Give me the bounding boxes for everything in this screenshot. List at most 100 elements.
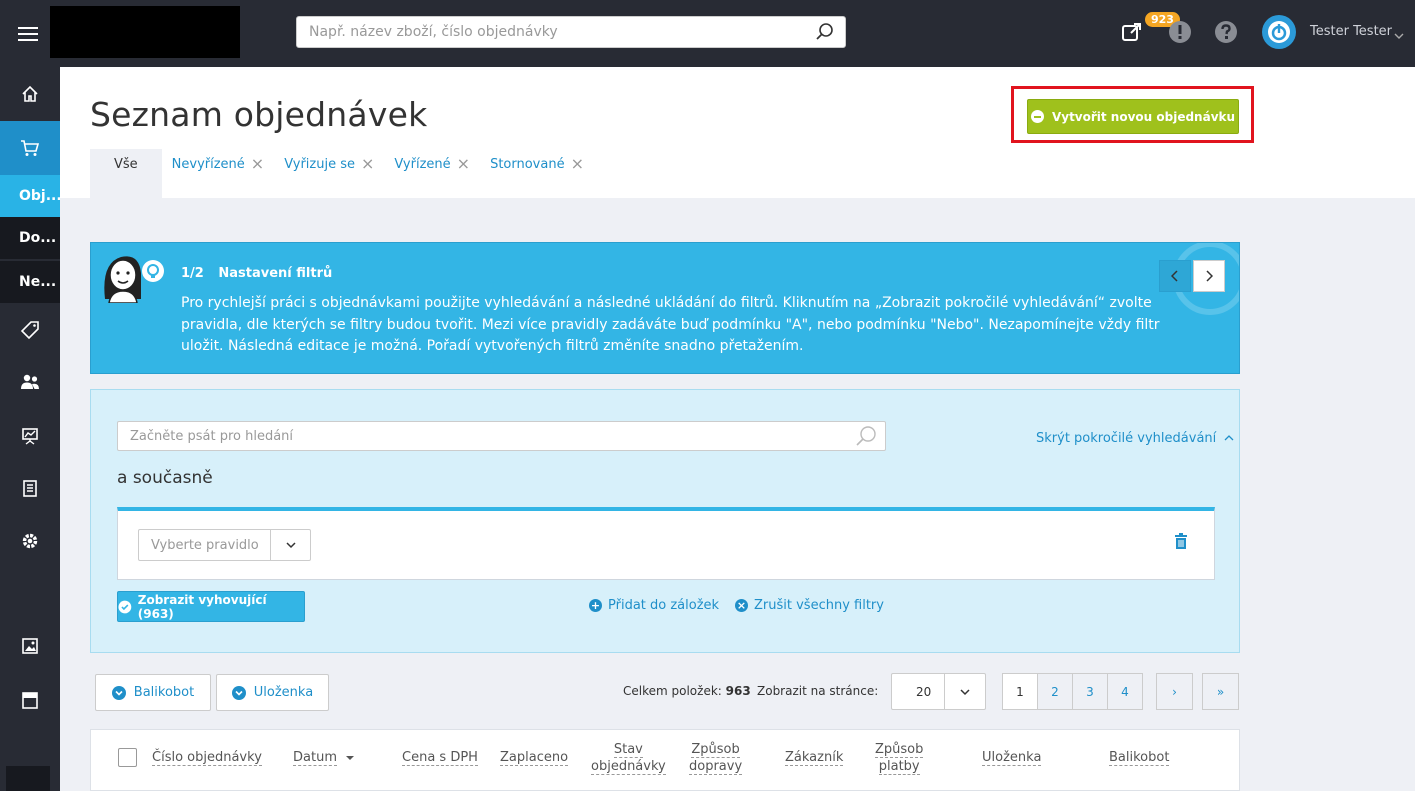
page-button[interactable]: 3	[1072, 673, 1108, 710]
tab-processed[interactable]: Vyřízené ×	[384, 149, 480, 198]
avatar[interactable]	[1262, 15, 1296, 49]
global-search[interactable]	[296, 16, 846, 48]
total-value: 963	[725, 684, 751, 698]
column-label: Balikobot	[1109, 750, 1170, 766]
trash-icon[interactable]	[1174, 533, 1188, 553]
sort-down-icon	[346, 755, 355, 760]
menu-icon[interactable]	[0, 0, 56, 67]
page-button[interactable]: 2	[1037, 673, 1073, 710]
ulozenka-label: Uloženka	[253, 685, 314, 700]
hide-advanced-search-label: Skrýt pokročilé vyhledávání	[1036, 431, 1217, 446]
show-matching-button[interactable]: Zobrazit vyhovující (963)	[117, 591, 305, 622]
sidebar-subitem-2[interactable]: Do...	[0, 217, 60, 259]
page-button[interactable]: 1	[1002, 673, 1038, 710]
sidebar-item-products[interactable]	[0, 303, 60, 357]
column-payment-method[interactable]: Způsob platby	[875, 741, 924, 775]
advanced-filter-panel: Skrýt pokročilé vyhledávání a současně V…	[90, 389, 1240, 653]
column-date[interactable]: Datum	[293, 749, 355, 766]
rule-group: Vyberte pravidlo	[117, 507, 1215, 580]
chevron-down-circle-icon	[231, 685, 246, 700]
global-search-input[interactable]	[297, 17, 797, 47]
banner-prev-button[interactable]	[1159, 260, 1191, 292]
clear-filters-link[interactable]: × Zrušit všechny filtry	[735, 598, 884, 613]
tab-all[interactable]: Vše	[90, 149, 162, 198]
tab-label: Vyřízené	[394, 157, 451, 172]
column-balikobot[interactable]: Balikobot	[1109, 749, 1170, 766]
hide-advanced-search-link[interactable]: Skrýt pokročilé vyhledávání	[1036, 431, 1234, 446]
logo[interactable]	[50, 6, 240, 58]
sidebar-item-marketing[interactable]	[0, 409, 60, 463]
per-page-label: Zobrazit na stránce:	[757, 684, 879, 698]
orders-table: Číslo objednávky Datum Cena s DPH Zaplac…	[90, 729, 1240, 791]
help-icon[interactable]	[1214, 20, 1238, 44]
pagination: 1 2 3 4	[1002, 673, 1143, 710]
banner-next-button[interactable]	[1193, 260, 1225, 292]
top-bar: 923 Tester Tester	[0, 0, 1415, 67]
sidebar-item-orders[interactable]	[0, 121, 60, 175]
sidebar-item-store[interactable]	[0, 673, 60, 727]
check-circle-icon	[118, 600, 132, 613]
close-icon[interactable]: ×	[251, 156, 264, 172]
sidebar-subitem-orders[interactable]: Obj...	[0, 175, 60, 217]
column-label: objednávky	[591, 759, 666, 775]
chevron-right-icon	[1206, 270, 1213, 282]
total-label: Celkem položek:	[623, 684, 722, 698]
column-customer[interactable]: Zákazník	[785, 749, 844, 766]
condition-label: a současně	[117, 468, 213, 488]
per-page-select[interactable]: 20	[891, 673, 986, 710]
tag-icon	[20, 321, 39, 340]
document-icon	[23, 480, 37, 497]
select-all-checkbox[interactable]	[118, 748, 137, 767]
search-icon[interactable]	[815, 22, 835, 46]
alert-icon[interactable]	[1168, 20, 1192, 44]
chevron-down-icon[interactable]	[270, 530, 310, 560]
column-shipping-method[interactable]: Způsob dopravy	[689, 741, 743, 775]
page-button[interactable]: 4	[1107, 673, 1143, 710]
column-ulozenka[interactable]: Uloženka	[982, 749, 1042, 766]
column-paid[interactable]: Zaplaceno	[500, 749, 569, 766]
sidebar-item-settings[interactable]	[0, 514, 60, 568]
next-page-button[interactable]: ›	[1156, 673, 1193, 710]
tab-in-progress[interactable]: Vyřizuje se ×	[274, 149, 384, 198]
tab-unprocessed[interactable]: Nevyřízené ×	[162, 149, 275, 198]
column-label: Způsob	[691, 742, 740, 758]
page-title: Seznam objednávek	[90, 95, 428, 134]
close-icon[interactable]: ×	[361, 156, 374, 172]
close-icon[interactable]: ×	[571, 156, 584, 172]
chevron-down-circle-icon	[111, 685, 126, 700]
tab-cancelled[interactable]: Stornované ×	[480, 149, 594, 198]
sidebar-subitem-3[interactable]: Ne...	[0, 261, 60, 303]
plus-circle-icon	[1030, 110, 1044, 123]
user-name[interactable]: Tester Tester	[1310, 24, 1392, 39]
search-icon[interactable]	[855, 425, 877, 451]
filter-search[interactable]	[117, 421, 886, 451]
column-order-status[interactable]: Stav objednávky	[591, 741, 666, 775]
sidebar-item-content[interactable]	[0, 461, 60, 515]
chevron-left-icon	[1171, 270, 1178, 282]
tab-label: Nevyřízené	[171, 157, 245, 172]
filter-search-input[interactable]	[118, 422, 838, 450]
external-link-icon[interactable]	[1120, 20, 1144, 44]
per-page-value: 20	[916, 685, 932, 699]
column-price-vat[interactable]: Cena s DPH	[402, 749, 478, 766]
create-order-label: Vytvořit novou objednávku	[1051, 109, 1236, 124]
chevron-down-icon[interactable]	[944, 674, 985, 709]
sidebar-subitem-label: Obj...	[19, 188, 60, 204]
last-page-button[interactable]: »	[1202, 673, 1239, 710]
sidebar-subitem-label: Ne...	[19, 274, 57, 290]
plus-circle-icon: +	[589, 599, 602, 612]
column-label: Uloženka	[982, 750, 1042, 766]
sidebar-item-customers[interactable]	[0, 355, 60, 409]
close-icon[interactable]: ×	[457, 156, 470, 172]
balikobot-button[interactable]: Balikobot	[95, 674, 211, 711]
ulozenka-button[interactable]: Uloženka	[216, 674, 329, 711]
column-order-number[interactable]: Číslo objednávky	[152, 749, 262, 766]
store-icon	[22, 692, 38, 709]
sidebar-item-gallery[interactable]	[0, 619, 60, 673]
add-bookmark-link[interactable]: + Přidat do záložek	[589, 598, 719, 613]
column-label: Datum	[293, 750, 337, 766]
chevron-down-icon[interactable]	[1394, 25, 1404, 44]
rule-select[interactable]: Vyberte pravidlo	[138, 529, 311, 561]
create-order-button[interactable]: Vytvořit novou objednávku	[1027, 99, 1239, 134]
sidebar-item-home[interactable]	[0, 67, 60, 121]
